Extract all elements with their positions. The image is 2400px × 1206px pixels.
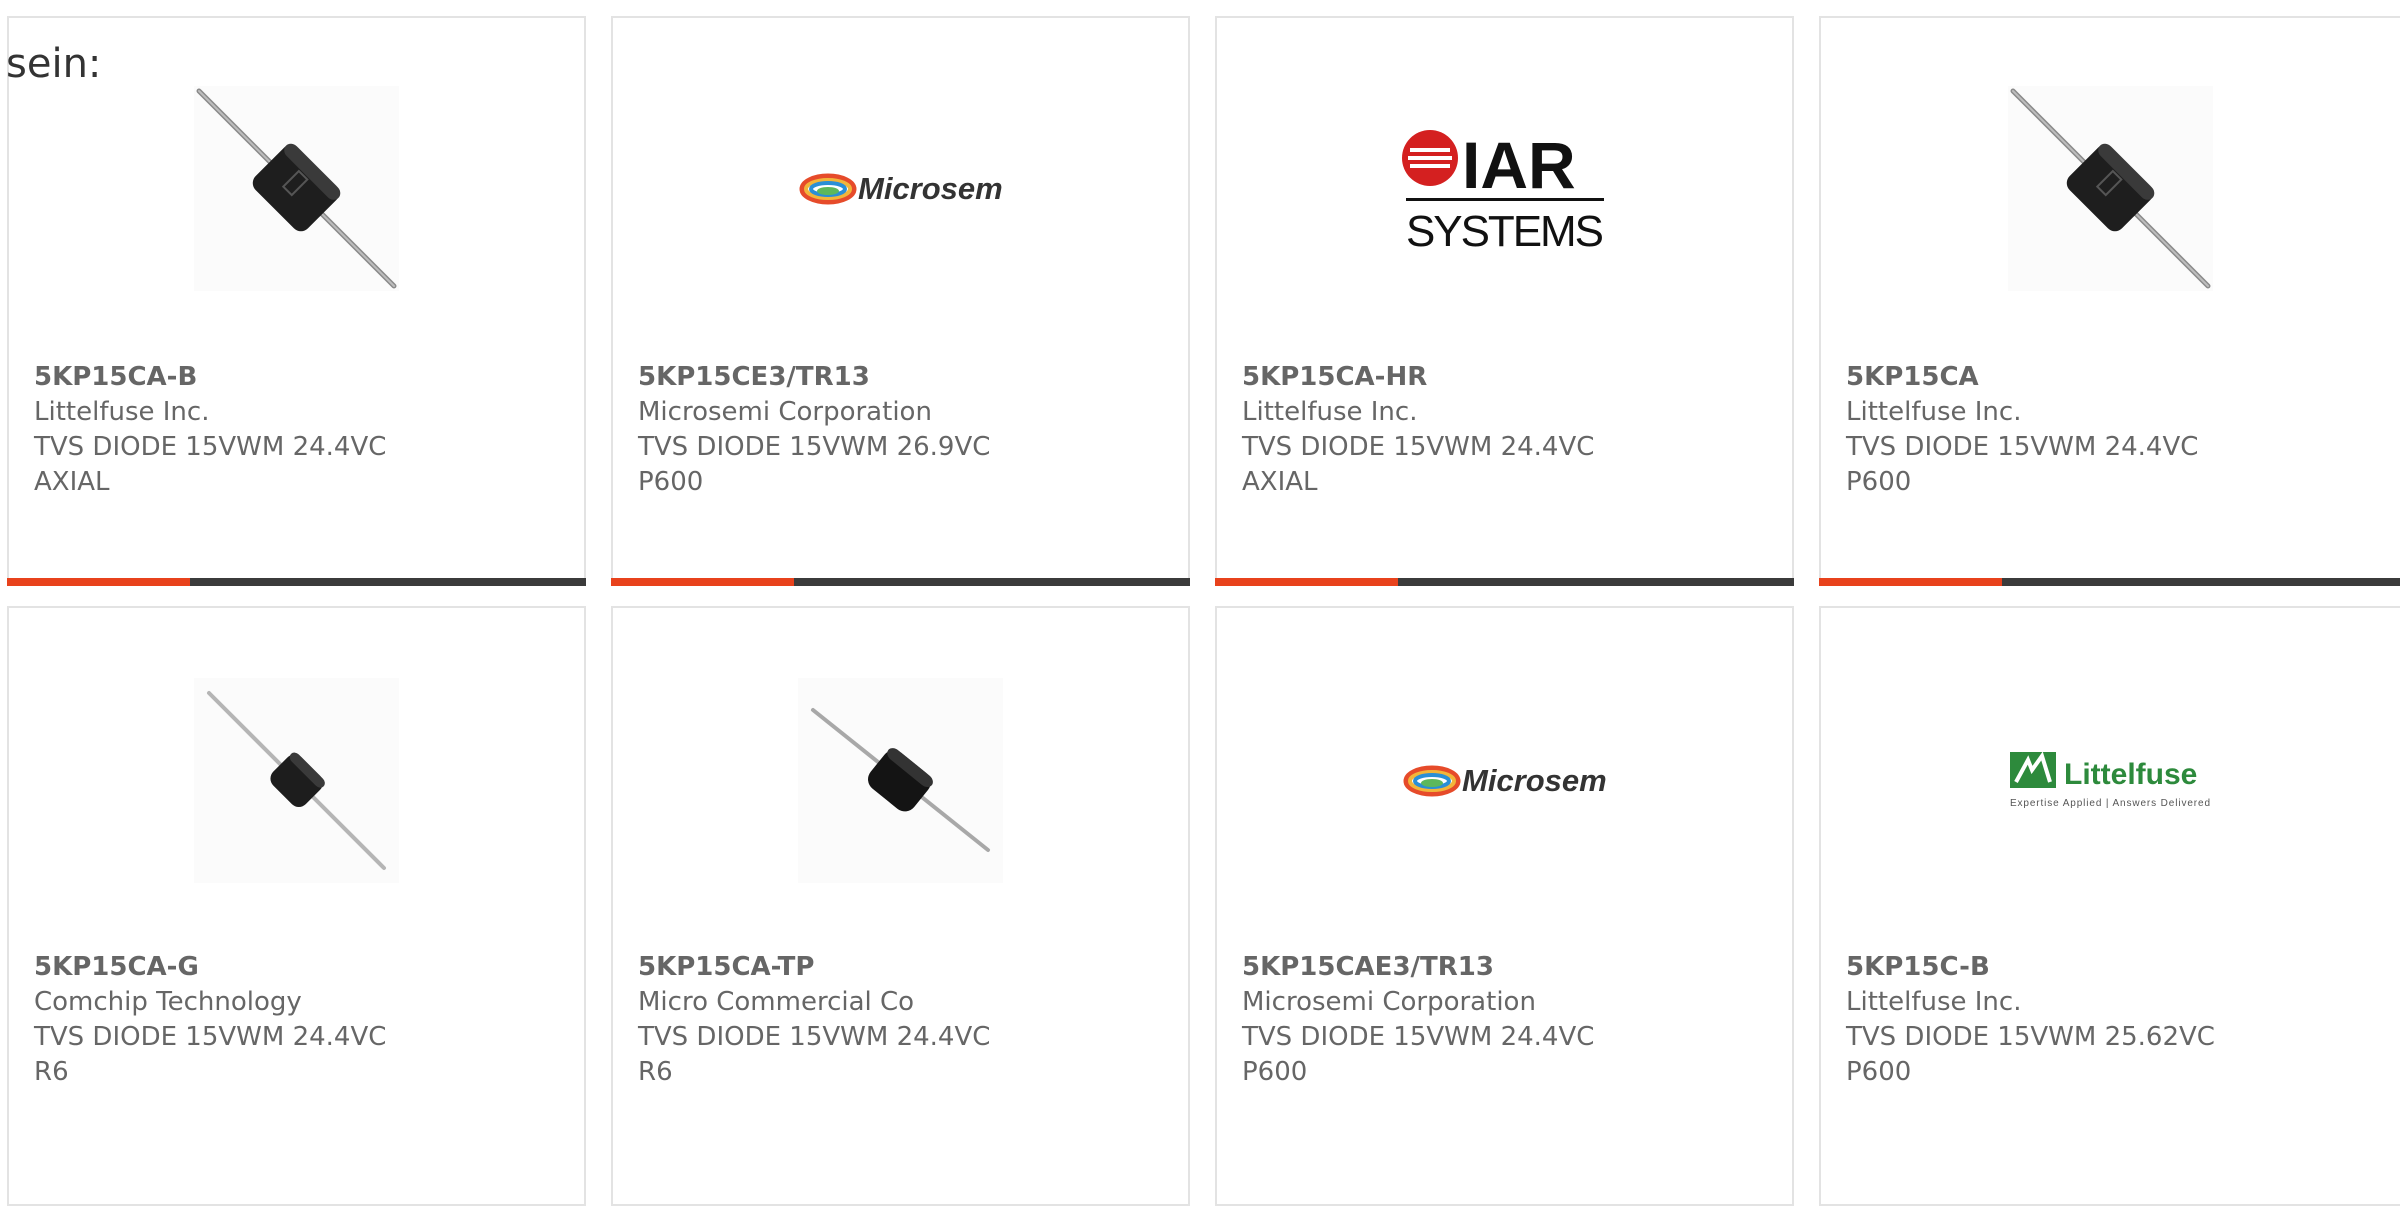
product-info: 5KP15CA-TP Micro Commercial Co TVS DIODE… (638, 950, 1168, 1090)
manufacturer-name: Comchip Technology (34, 987, 302, 1017)
product-info: 5KP15CAE3/TR13 Microsemi Corporation TVS… (1242, 950, 1772, 1090)
part-number-link[interactable]: 5KP15CA-B (34, 360, 564, 395)
iar-systems-logo[interactable]: IAR SYSTEMS (1402, 86, 1607, 291)
product-info: 5KP15CA-G Comchip Technology TVS DIODE 1… (34, 950, 564, 1090)
product-info: 5KP15CA Littelfuse Inc. TVS DIODE 15VWM … (1846, 360, 2380, 500)
part-number-link[interactable]: 5KP15CA-TP (638, 950, 1168, 985)
product-info: 5KP15CA-HR Littelfuse Inc. TVS DIODE 15V… (1242, 360, 1772, 500)
product-description: TVS DIODE 15VWM 24.4VC R6 (638, 1022, 991, 1087)
product-image-area[interactable] (9, 86, 584, 291)
card-accent-bar (611, 578, 1190, 586)
product-description: TVS DIODE 15VWM 24.4VC R6 (34, 1022, 387, 1087)
product-description: TVS DIODE 15VWM 24.4VC AXIAL (34, 432, 387, 497)
svg-text:SYSTEMS: SYSTEMS (1406, 207, 1604, 254)
product-card[interactable]: 5KP15CA-TP Micro Commercial Co TVS DIODE… (611, 606, 1190, 1206)
product-card[interactable]: 5KP15CA-G Comchip Technology TVS DIODE 1… (7, 606, 586, 1206)
product-info: 5KP15CA-B Littelfuse Inc. TVS DIODE 15VW… (34, 360, 564, 500)
manufacturer-name: Microsemi Corporation (1242, 987, 1536, 1017)
microsemi-logo[interactable]: Microsemi (1402, 678, 1607, 883)
part-number-link[interactable]: 5KP15C-B (1846, 950, 2380, 985)
axial-diode-image[interactable] (194, 678, 399, 883)
part-number-link[interactable]: 5KP15CE3/TR13 (638, 360, 1168, 395)
axial-diode-image[interactable] (798, 678, 1003, 883)
manufacturer-name: Microsemi Corporation (638, 397, 932, 427)
product-grid: 5KP15CA-B Littelfuse Inc. TVS DIODE 15VW… (0, 0, 2400, 1206)
product-description: TVS DIODE 15VWM 24.4VC P600 (1846, 432, 2199, 497)
product-description: TVS DIODE 15VWM 25.62VC P600 (1846, 1022, 2215, 1087)
card-accent-bar (7, 578, 586, 586)
product-image-area[interactable]: Microsemi (1217, 678, 1792, 883)
product-card[interactable]: Microsemi 5KP15CAE3/TR13 Microsemi Corpo… (1215, 606, 1794, 1206)
manufacturer-name: Littelfuse Inc. (34, 397, 210, 427)
manufacturer-name: Littelfuse Inc. (1846, 397, 2022, 427)
card-accent-bar (1819, 578, 2400, 586)
product-image-area[interactable] (1821, 86, 2400, 291)
svg-text:Expertise Applied | Answers De: Expertise Applied | Answers Delivered (2010, 798, 2210, 809)
manufacturer-name: Littelfuse Inc. (1242, 397, 1418, 427)
axial-diode-image[interactable] (194, 86, 399, 291)
product-image-area[interactable]: IAR SYSTEMS (1217, 86, 1792, 291)
svg-text:Microsemi: Microsemi (1462, 763, 1607, 798)
part-number-link[interactable]: 5KP15CA-G (34, 950, 564, 985)
part-number-link[interactable]: 5KP15CAE3/TR13 (1242, 950, 1772, 985)
product-image-area[interactable] (613, 678, 1188, 883)
product-card[interactable]: Microsemi 5KP15CE3/TR13 Microsemi Corpor… (611, 16, 1190, 586)
axial-diode-image[interactable] (2008, 86, 2213, 291)
littelfuse-logo[interactable]: Littelfuse Expertise Applied | Answers D… (2008, 678, 2213, 883)
product-image-area[interactable]: Littelfuse Expertise Applied | Answers D… (1821, 678, 2400, 883)
product-info: 5KP15C-B Littelfuse Inc. TVS DIODE 15VWM… (1846, 950, 2380, 1090)
partial-heading-text: sein: (6, 41, 102, 87)
product-card[interactable]: IAR SYSTEMS 5KP15CA-HR Littelfuse Inc. T… (1215, 16, 1794, 586)
product-card[interactable]: 5KP15CA-B Littelfuse Inc. TVS DIODE 15VW… (7, 16, 586, 586)
svg-text:IAR: IAR (1462, 128, 1576, 202)
manufacturer-name: Micro Commercial Co (638, 987, 915, 1017)
product-description: TVS DIODE 15VWM 26.9VC P600 (638, 432, 991, 497)
product-image-area[interactable]: Microsemi (613, 86, 1188, 291)
manufacturer-name: Littelfuse Inc. (1846, 987, 2022, 1017)
svg-text:Microsemi: Microsemi (858, 171, 1003, 206)
product-card[interactable]: 5KP15CA Littelfuse Inc. TVS DIODE 15VWM … (1819, 16, 2400, 586)
part-number-link[interactable]: 5KP15CA-HR (1242, 360, 1772, 395)
product-info: 5KP15CE3/TR13 Microsemi Corporation TVS … (638, 360, 1168, 500)
product-description: TVS DIODE 15VWM 24.4VC AXIAL (1242, 432, 1595, 497)
microsemi-logo[interactable]: Microsemi (798, 86, 1003, 291)
product-description: TVS DIODE 15VWM 24.4VC P600 (1242, 1022, 1595, 1087)
product-card[interactable]: Littelfuse Expertise Applied | Answers D… (1819, 606, 2400, 1206)
svg-text:Littelfuse: Littelfuse (2064, 758, 2197, 791)
card-accent-bar (1215, 578, 1794, 586)
product-image-area[interactable] (9, 678, 584, 883)
part-number-link[interactable]: 5KP15CA (1846, 360, 2380, 395)
